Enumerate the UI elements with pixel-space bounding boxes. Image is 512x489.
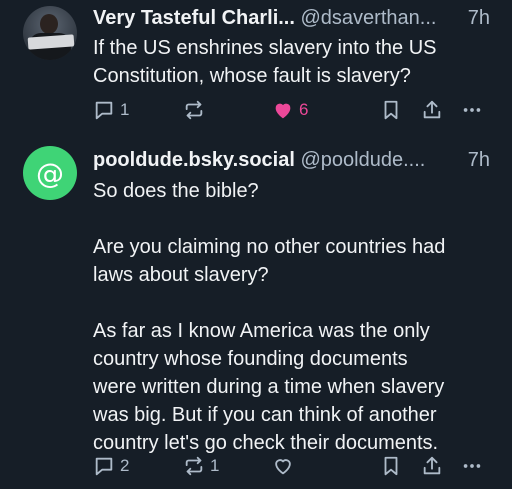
more-options-button[interactable] bbox=[460, 453, 484, 479]
share-button[interactable] bbox=[421, 453, 443, 479]
reply-button[interactable]: 1 bbox=[93, 97, 129, 123]
more-options-button[interactable] bbox=[460, 97, 484, 123]
ellipsis-icon bbox=[463, 108, 481, 112]
share-button[interactable] bbox=[421, 97, 443, 123]
reply-button[interactable]: 2 bbox=[93, 453, 129, 479]
bookmark-button[interactable] bbox=[380, 453, 402, 479]
bookmark-icon bbox=[384, 456, 398, 476]
repost-button[interactable] bbox=[183, 97, 210, 123]
author-name[interactable]: Very Tasteful Charli... bbox=[93, 7, 295, 29]
like-button[interactable]: 6 bbox=[272, 97, 308, 123]
post-text: So does the bible? Are you claiming no o… bbox=[93, 180, 446, 454]
bookmark-button[interactable] bbox=[380, 97, 402, 123]
post-header: pooldude.bsky.social @pooldude.... bbox=[93, 148, 425, 172]
at-sign-icon: @ bbox=[36, 156, 64, 190]
author-handle[interactable]: @pooldude.... bbox=[300, 149, 425, 171]
post-1[interactable]: Very Tasteful Charli... @dsaverthan... 7… bbox=[0, 0, 512, 135]
author-avatar[interactable]: @ bbox=[23, 146, 77, 200]
reply-icon bbox=[95, 457, 113, 476]
share-icon bbox=[423, 456, 441, 475]
bookmark-icon bbox=[384, 100, 398, 120]
post-time[interactable]: 7h bbox=[468, 6, 490, 30]
post-actions: 2 1 bbox=[0, 453, 512, 479]
heart-filled-icon bbox=[275, 103, 291, 119]
reply-count: 2 bbox=[120, 456, 130, 475]
post-header: Very Tasteful Charli... @dsaverthan... bbox=[93, 6, 436, 30]
share-icon bbox=[423, 100, 441, 119]
repost-count: 1 bbox=[210, 456, 220, 475]
post-2[interactable]: @ pooldude.bsky.social @pooldude.... 7h … bbox=[0, 135, 512, 489]
like-button[interactable] bbox=[272, 453, 299, 479]
reply-icon bbox=[95, 101, 113, 120]
reply-count: 1 bbox=[120, 100, 130, 119]
heart-icon bbox=[275, 459, 291, 475]
author-handle[interactable]: @dsaverthan... bbox=[301, 7, 437, 29]
author-avatar[interactable] bbox=[23, 6, 77, 60]
ellipsis-icon bbox=[463, 464, 481, 468]
post-text: If the US enshrines slavery into the US … bbox=[93, 37, 437, 87]
repost-button[interactable]: 1 bbox=[183, 453, 219, 479]
post-actions: 1 6 bbox=[0, 97, 512, 123]
repost-icon bbox=[185, 100, 203, 120]
like-count: 6 bbox=[299, 100, 309, 119]
repost-icon bbox=[185, 456, 203, 476]
post-time[interactable]: 7h bbox=[468, 148, 490, 172]
author-name[interactable]: pooldude.bsky.social bbox=[93, 149, 295, 171]
